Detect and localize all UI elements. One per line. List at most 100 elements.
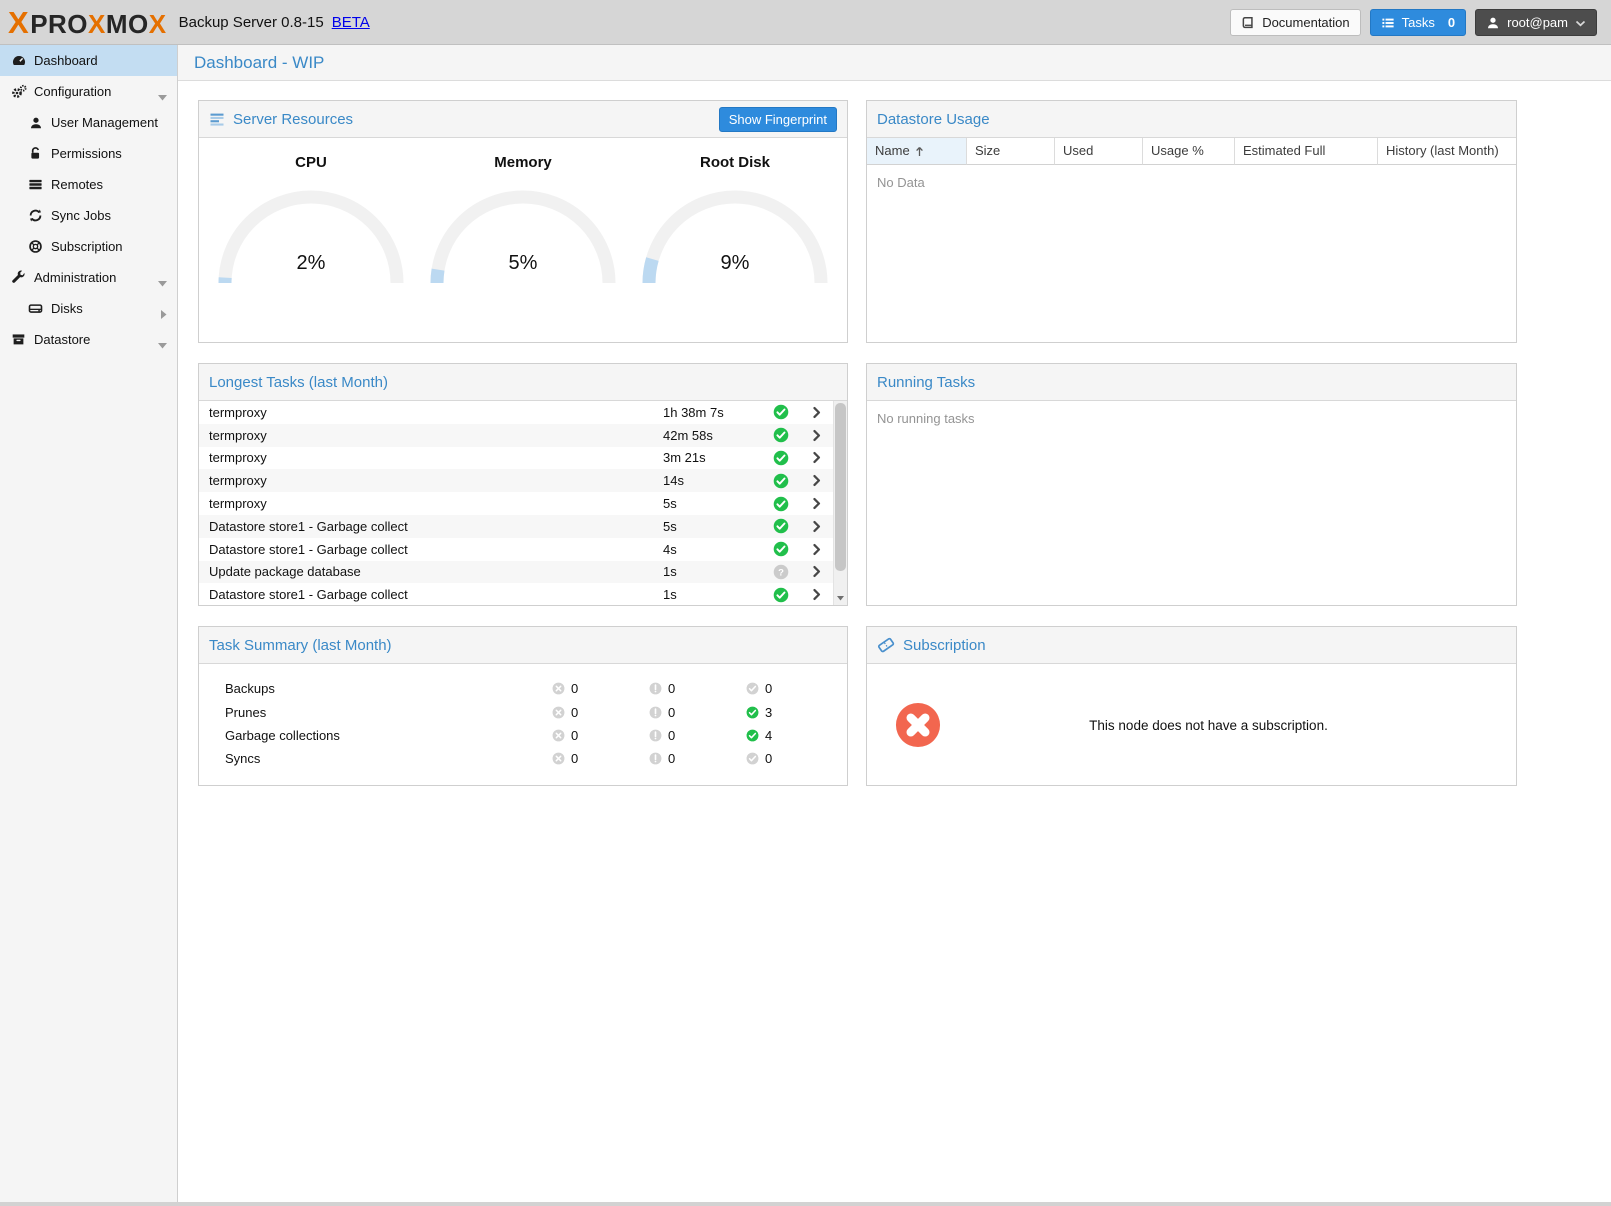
count-value: 0: [668, 728, 675, 743]
open-task-chevron-icon[interactable]: [799, 428, 833, 443]
user-menu-button[interactable]: root@pam: [1475, 9, 1597, 36]
page-title-bar: Dashboard - WIP: [178, 45, 1611, 81]
task-row[interactable]: Update package database 1s ?: [199, 561, 833, 584]
logo-text: X: [88, 11, 106, 37]
sidebar-item-remotes[interactable]: Remotes: [0, 169, 177, 200]
task-name: Datastore store1 - Garbage collect: [199, 542, 663, 557]
summary-row-prunes[interactable]: Prunes 0 0 3: [199, 700, 847, 723]
column-header-used[interactable]: Used: [1055, 138, 1143, 165]
svg-text:?: ?: [778, 567, 784, 578]
open-task-chevron-icon[interactable]: [799, 519, 833, 534]
sidebar-item-datastore[interactable]: Datastore: [0, 324, 177, 355]
task-row[interactable]: termproxy 1h 38m 7s: [199, 401, 833, 424]
open-task-chevron-icon[interactable]: [799, 450, 833, 465]
collapse-arrow-icon[interactable]: [158, 337, 167, 352]
open-task-chevron-icon[interactable]: [799, 496, 833, 511]
task-row[interactable]: Datastore store1 - Garbage collect 4s: [199, 538, 833, 561]
warning-count: 0: [649, 681, 746, 696]
documentation-button[interactable]: Documentation: [1230, 9, 1360, 36]
error-count: 0: [552, 681, 649, 696]
column-header-size[interactable]: Size: [967, 138, 1055, 165]
sidebar-item-configuration[interactable]: Configuration: [0, 76, 177, 107]
task-summary-header: Task Summary (last Month): [199, 627, 847, 664]
server-stack-icon: [27, 176, 44, 193]
status-unknown-icon: ?: [763, 564, 799, 580]
summary-row-garbage-collections[interactable]: Garbage collections 0 0 4: [199, 724, 847, 747]
user-icon: [27, 114, 44, 131]
status-ok-icon: [763, 404, 799, 420]
datastore-usage-header: Datastore Usage: [867, 101, 1516, 138]
task-row[interactable]: Datastore store1 - Garbage collect 5s: [199, 515, 833, 538]
open-task-chevron-icon[interactable]: [799, 405, 833, 420]
sidebar-item-permissions[interactable]: Permissions: [0, 138, 177, 169]
panel-title: Server Resources: [233, 111, 353, 128]
collapse-arrow-icon[interactable]: [158, 89, 167, 104]
running-tasks-header: Running Tasks: [867, 364, 1516, 401]
beta-link[interactable]: BETA: [332, 14, 370, 31]
collapse-arrow-icon[interactable]: [158, 275, 167, 290]
open-task-chevron-icon[interactable]: [799, 564, 833, 579]
summary-row-backups[interactable]: Backups 0 0 0: [199, 677, 847, 700]
vertical-scrollbar[interactable]: [833, 401, 847, 606]
open-task-chevron-icon[interactable]: [799, 587, 833, 602]
count-value: 0: [668, 681, 675, 696]
count-value: 0: [668, 705, 675, 720]
expand-right-arrow-icon[interactable]: [161, 306, 167, 321]
error-count: 0: [552, 751, 649, 766]
cpu-gauge: CPU 2%: [211, 154, 411, 286]
task-summary-panel: Task Summary (last Month) Backups 0 0 0 …: [198, 626, 848, 786]
task-row[interactable]: termproxy 42m 58s: [199, 424, 833, 447]
sidebar-item-label: Disks: [51, 301, 83, 316]
count-value: 0: [765, 681, 772, 696]
open-task-chevron-icon[interactable]: [799, 473, 833, 488]
status-ok-icon: [763, 427, 799, 443]
summary-label: Garbage collections: [225, 728, 552, 743]
wrench-icon: [10, 269, 27, 286]
task-row[interactable]: termproxy 5s: [199, 492, 833, 515]
page-title: Dashboard - WIP: [194, 53, 324, 73]
sidebar-item-label: Dashboard: [34, 53, 98, 68]
dashboard-content: Server Resources Show Fingerprint CPU 2%: [178, 81, 1611, 786]
sidebar-item-label: Subscription: [51, 239, 123, 254]
panel-title: Running Tasks: [877, 374, 975, 391]
summary-row-syncs[interactable]: Syncs 0 0 0: [199, 747, 847, 770]
show-fingerprint-button[interactable]: Show Fingerprint: [719, 107, 837, 132]
task-row[interactable]: termproxy 3m 21s: [199, 447, 833, 470]
scrollbar-down-arrow[interactable]: [834, 592, 847, 605]
sidebar-item-disks[interactable]: Disks: [0, 293, 177, 324]
server-resources-header: Server Resources Show Fingerprint: [199, 101, 847, 138]
column-header-history[interactable]: History (last Month): [1378, 138, 1516, 165]
no-subscription-icon: [895, 702, 941, 748]
documentation-label: Documentation: [1262, 15, 1349, 30]
status-ok-icon: [763, 587, 799, 603]
sidebar-item-sync-jobs[interactable]: Sync Jobs: [0, 200, 177, 231]
sidebar-item-user-management[interactable]: User Management: [0, 107, 177, 138]
open-task-chevron-icon[interactable]: [799, 542, 833, 557]
task-duration: 1s: [663, 587, 763, 602]
column-header-estimated-full[interactable]: Estimated Full: [1235, 138, 1378, 165]
sidebar-item-label: User Management: [51, 115, 158, 130]
task-name: Update package database: [199, 564, 663, 579]
sidebar-item-dashboard[interactable]: Dashboard: [0, 45, 177, 76]
sidebar: Dashboard Configuration User Management: [0, 45, 178, 1202]
ticket-icon: [877, 636, 895, 654]
ok-count: 0: [746, 681, 843, 696]
column-label: Usage %: [1151, 143, 1204, 158]
ok-count: 3: [746, 705, 843, 720]
count-value: 0: [571, 705, 578, 720]
column-header-usage-pct[interactable]: Usage %: [1143, 138, 1235, 165]
gauge-label: CPU: [211, 154, 411, 171]
count-value: 3: [765, 705, 772, 720]
column-header-name[interactable]: Name: [867, 138, 967, 165]
gauge-row: CPU 2% Memory: [199, 138, 847, 286]
task-row[interactable]: termproxy 14s: [199, 469, 833, 492]
task-list-icon: [1381, 14, 1395, 30]
longest-tasks-panel: Longest Tasks (last Month) termproxy 1h …: [198, 363, 848, 606]
sidebar-item-administration[interactable]: Administration: [0, 262, 177, 293]
scrollbar-thumb[interactable]: [835, 403, 846, 571]
datastore-usage-panel: Datastore Usage Name Size Used Usage % E…: [866, 100, 1517, 343]
task-row[interactable]: Datastore store1 - Garbage collect 1s: [199, 583, 833, 606]
sidebar-item-subscription[interactable]: Subscription: [0, 231, 177, 262]
tasks-button[interactable]: Tasks 0: [1370, 9, 1466, 36]
warning-icon: [649, 682, 662, 695]
